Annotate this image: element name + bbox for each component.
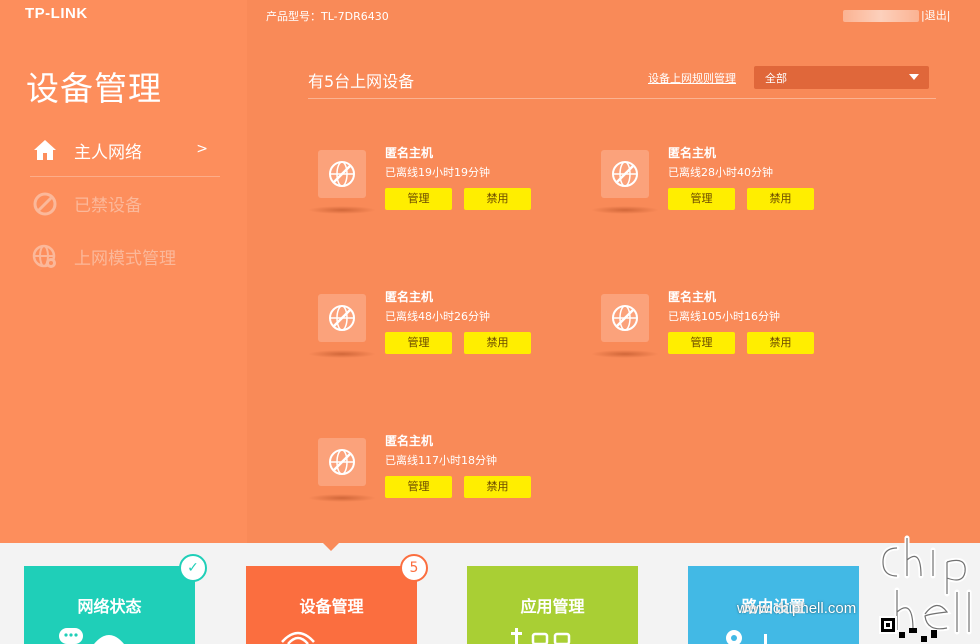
- offline-device-icon: [601, 294, 649, 342]
- sidebar-item-access-mode[interactable]: 上网模式管理: [30, 230, 220, 283]
- device-status: 已离线19小时19分钟: [385, 166, 490, 179]
- offline-device-icon: [318, 294, 366, 342]
- ban-button[interactable]: 禁用: [464, 332, 531, 354]
- chiphell-watermark-logo: [879, 535, 972, 642]
- username-blurred: [843, 10, 919, 22]
- apps-icon: [511, 628, 571, 644]
- manage-button[interactable]: 管理: [668, 332, 735, 354]
- chevron-right-icon: >: [196, 141, 208, 157]
- tile-label: 网络状态: [77, 597, 142, 616]
- sidebar-item-banned-devices[interactable]: 已禁设备: [30, 177, 220, 230]
- device-card: 匿名主机 已离线48小时26分钟 管理 禁用: [308, 290, 548, 374]
- tile-app-management[interactable]: 应用管理: [467, 566, 638, 644]
- device-name: 匿名主机: [668, 290, 717, 304]
- tile-device-management[interactable]: 设备管理 5: [246, 554, 428, 644]
- tplink-logo: TP-LINK: [25, 5, 88, 22]
- icon-shadow: [308, 350, 376, 358]
- offline-device-icon: [318, 438, 366, 486]
- device-rules-link[interactable]: 设备上网规则管理: [648, 70, 736, 86]
- wifi-icon: [281, 631, 315, 644]
- ban-button[interactable]: 禁用: [747, 188, 814, 210]
- ban-icon: [30, 191, 60, 217]
- manage-button[interactable]: 管理: [385, 188, 452, 210]
- manage-button[interactable]: 管理: [668, 188, 735, 210]
- device-name: 匿名主机: [385, 290, 434, 304]
- device-card: 匿名主机 已离线117小时18分钟 管理 禁用: [308, 434, 548, 518]
- sidebar-nav: 主人网络 > 已禁设备 上网模式管理: [30, 124, 220, 283]
- device-status: 已离线105小时16分钟: [668, 310, 780, 323]
- device-count-badge: 5: [400, 554, 428, 582]
- device-name: 匿名主机: [668, 146, 717, 160]
- tile-label: 设备管理: [299, 597, 364, 616]
- filter-selected-value: 全部: [765, 72, 787, 85]
- ban-button[interactable]: 禁用: [464, 188, 531, 210]
- device-name: 匿名主机: [385, 146, 434, 160]
- sidebar-item-label: 已禁设备: [74, 196, 142, 216]
- icon-shadow: [591, 206, 659, 214]
- device-filter-select[interactable]: 全部: [754, 66, 929, 89]
- model-label: 产品型号：TL-7DR6430: [266, 10, 389, 23]
- device-card: 匿名主机 已离线19小时19分钟 管理 禁用: [308, 146, 548, 230]
- home-icon: [30, 137, 60, 163]
- watermark-text: www.chiphell.com: [737, 600, 857, 617]
- chat-icon: [59, 628, 124, 644]
- device-status: 已离线28小时40分钟: [668, 166, 773, 179]
- offline-device-icon: [318, 150, 366, 198]
- section-divider: [308, 98, 936, 99]
- check-icon: ✓: [179, 554, 207, 582]
- icon-shadow: [308, 206, 376, 214]
- tile-label: 应用管理: [520, 597, 585, 616]
- globe-gear-icon: [30, 244, 60, 270]
- logout-link[interactable]: |退出|: [921, 7, 950, 23]
- manage-button[interactable]: 管理: [385, 332, 452, 354]
- icon-shadow: [591, 350, 659, 358]
- device-status: 已离线48小时26分钟: [385, 310, 490, 323]
- device-status: 已离线117小时18分钟: [385, 454, 497, 467]
- sidebar-item-label: 主人网络: [74, 142, 142, 163]
- device-card: 匿名主机 已离线28小时40分钟 管理 禁用: [591, 146, 831, 230]
- ban-button[interactable]: 禁用: [464, 476, 531, 498]
- device-card: 匿名主机 已离线105小时16分钟 管理 禁用: [591, 290, 831, 374]
- icon-shadow: [308, 494, 376, 502]
- device-name: 匿名主机: [385, 434, 434, 448]
- sidebar-item-label: 上网模式管理: [74, 249, 176, 269]
- gear-icon: [726, 630, 767, 644]
- active-tab-pointer: [323, 543, 339, 551]
- ban-button[interactable]: 禁用: [747, 332, 814, 354]
- sidebar-item-host-network[interactable]: 主人网络 >: [30, 124, 220, 177]
- page-title: 设备管理: [26, 69, 162, 108]
- manage-button[interactable]: 管理: [385, 476, 452, 498]
- caret-down-icon: [909, 74, 919, 80]
- sidebar: TP-LINK 设备管理 主人网络 > 已禁设备 上网模式管理: [0, 0, 247, 543]
- section-title: 有5台上网设备: [308, 72, 415, 91]
- offline-device-icon: [601, 150, 649, 198]
- tile-network-status[interactable]: 网络状态 ✓: [24, 554, 207, 644]
